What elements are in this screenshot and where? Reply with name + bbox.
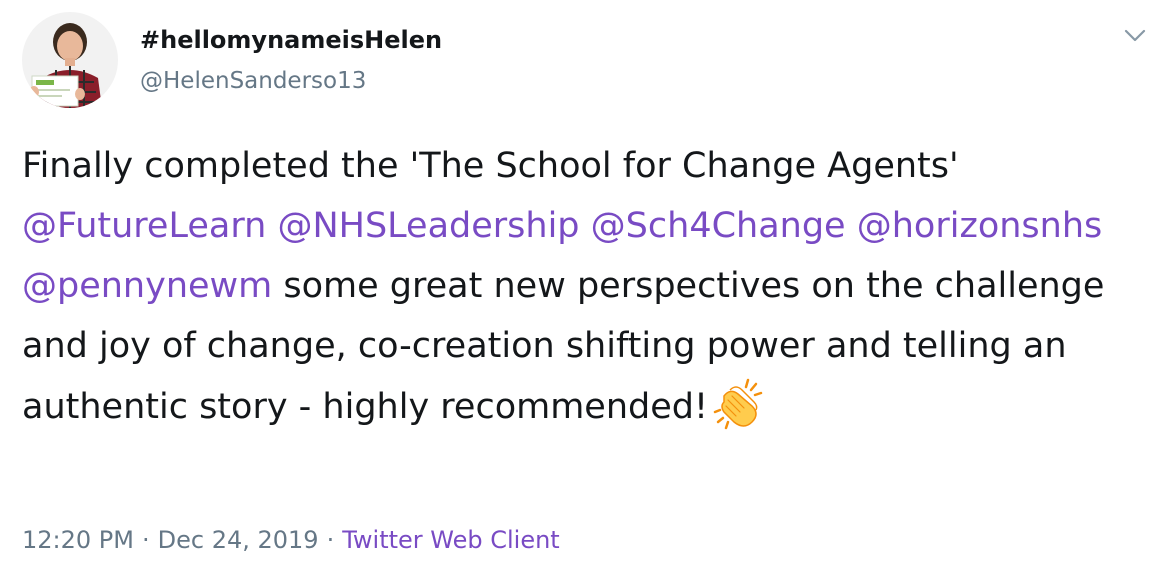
profile-photo-icon — [22, 12, 118, 108]
meta-separator: · — [141, 526, 150, 554]
mention-link[interactable]: @Sch4Change — [591, 206, 846, 246]
tweet-text-part-1: Finally completed the 'The School for Ch… — [22, 146, 959, 186]
mention-link[interactable]: @pennynewm — [22, 266, 272, 306]
user-handle[interactable]: @HelenSanderso13 — [140, 66, 442, 96]
mention-link[interactable]: @horizonsnhs — [857, 206, 1103, 246]
avatar[interactable] — [22, 12, 118, 108]
tweet-text: Finally completed the 'The School for Ch… — [22, 136, 1142, 437]
user-info: #hellomynameisHelen @HelenSanderso13 — [140, 24, 442, 96]
mention-link[interactable]: @NHSLeadership — [277, 206, 579, 246]
client-link[interactable]: Twitter Web Client — [342, 526, 560, 554]
chevron-down-icon[interactable] — [1121, 22, 1149, 50]
tweet-card: #hellomynameisHelen @HelenSanderso13 Fin… — [0, 0, 1175, 578]
clapping-hands-icon — [710, 376, 766, 432]
meta-separator: · — [326, 526, 335, 554]
tweet-time[interactable]: 12:20 PM — [22, 526, 134, 554]
display-name[interactable]: #hellomynameisHelen — [140, 24, 442, 56]
mention-link[interactable]: @FutureLearn — [22, 206, 266, 246]
tweet-date[interactable]: Dec 24, 2019 — [158, 526, 319, 554]
tweet-meta: 12:20 PM · Dec 24, 2019 · Twitter Web Client — [22, 522, 560, 558]
